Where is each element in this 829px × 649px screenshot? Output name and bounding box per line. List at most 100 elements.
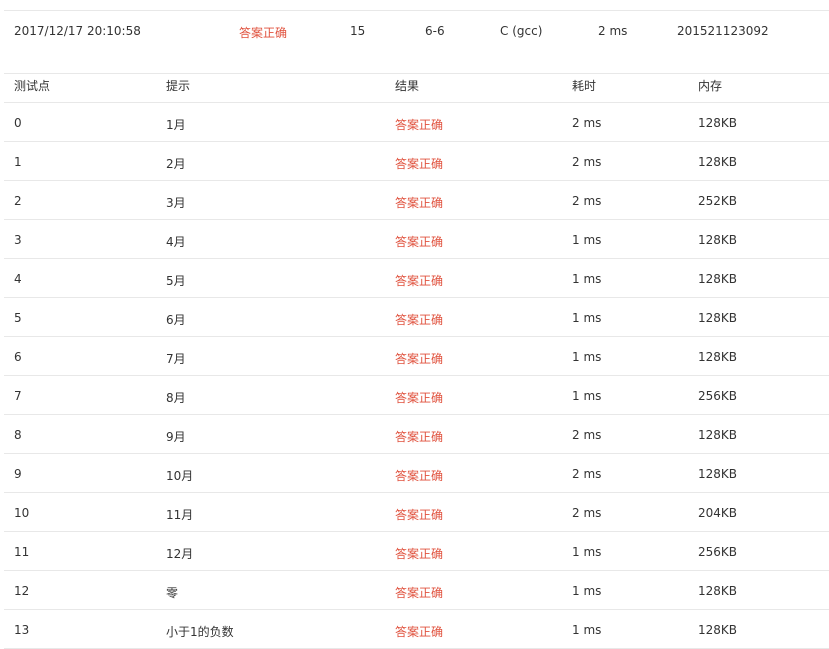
test-point-id: 13 <box>14 623 30 637</box>
test-point-time: 2 ms <box>572 194 602 208</box>
table-row: 5 6月 答案正确 1 ms 128KB <box>4 298 829 337</box>
header-memory: 内存 <box>698 79 723 93</box>
test-point-time: 1 ms <box>572 389 602 403</box>
table-row: 12 零 答案正确 1 ms 128KB <box>4 571 829 610</box>
test-point-time: 2 ms <box>572 116 602 130</box>
test-point-id: 6 <box>14 350 22 364</box>
test-point-memory: 128KB <box>698 467 738 481</box>
test-point-id: 8 <box>14 428 22 442</box>
problem-id[interactable]: 6-6 <box>425 24 445 38</box>
test-point-id: 1 <box>14 155 22 169</box>
compiler-label: C (gcc) <box>500 24 543 38</box>
test-point-id: 12 <box>14 584 30 598</box>
test-point-time: 1 ms <box>572 233 602 247</box>
test-point-id: 3 <box>14 233 22 247</box>
test-point-memory: 256KB <box>698 389 738 403</box>
test-point-memory: 128KB <box>698 623 738 637</box>
table-row: 3 4月 答案正确 1 ms 128KB <box>4 220 829 259</box>
test-point-result: 答案正确 <box>395 586 444 600</box>
test-point-time: 2 ms <box>572 428 602 442</box>
test-point-result: 答案正确 <box>395 469 444 483</box>
table-row: 10 11月 答案正确 2 ms 204KB <box>4 493 829 532</box>
table-row: 2 3月 答案正确 2 ms 252KB <box>4 181 829 220</box>
test-point-result: 答案正确 <box>395 274 444 288</box>
header-result: 结果 <box>395 79 420 93</box>
test-point-memory: 256KB <box>698 545 738 559</box>
test-point-hint: 12月 <box>166 547 194 561</box>
header-test-point: 测试点 <box>14 79 51 93</box>
submission-score: 15 <box>350 24 366 38</box>
test-point-result: 答案正确 <box>395 313 444 327</box>
test-point-hint: 11月 <box>166 508 194 522</box>
test-point-id: 0 <box>14 116 22 130</box>
test-point-memory: 204KB <box>698 506 738 520</box>
test-point-memory: 128KB <box>698 272 738 286</box>
test-point-id: 11 <box>14 545 30 559</box>
test-point-time: 2 ms <box>572 467 602 481</box>
test-point-hint: 6月 <box>166 313 186 327</box>
table-row: 0 1月 答案正确 2 ms 128KB <box>4 103 829 142</box>
test-point-time: 2 ms <box>572 155 602 169</box>
test-point-time: 1 ms <box>572 623 602 637</box>
test-point-result: 答案正确 <box>395 352 444 366</box>
test-point-memory: 128KB <box>698 311 738 325</box>
header-time: 耗时 <box>572 79 597 93</box>
test-point-result: 答案正确 <box>395 118 444 132</box>
test-point-result: 答案正确 <box>395 625 444 639</box>
submitter-id[interactable]: 201521123092 <box>677 24 769 38</box>
test-point-hint: 10月 <box>166 469 194 483</box>
test-point-hint: 4月 <box>166 235 186 249</box>
test-point-time: 2 ms <box>572 506 602 520</box>
test-point-hint: 9月 <box>166 430 186 444</box>
test-point-hint: 7月 <box>166 352 186 366</box>
submission-result: 答案正确 <box>239 26 288 40</box>
table-row: 9 10月 答案正确 2 ms 128KB <box>4 454 829 493</box>
test-point-hint: 5月 <box>166 274 186 288</box>
test-point-memory: 128KB <box>698 233 738 247</box>
test-point-memory: 252KB <box>698 194 738 208</box>
test-point-result: 答案正确 <box>395 430 444 444</box>
test-point-hint: 零 <box>166 586 179 600</box>
test-point-time: 1 ms <box>572 350 602 364</box>
table-row: 11 12月 答案正确 1 ms 256KB <box>4 532 829 571</box>
submit-time: 2017/12/17 20:10:58 <box>14 24 141 38</box>
test-point-id: 4 <box>14 272 22 286</box>
test-point-memory: 128KB <box>698 428 738 442</box>
table-row: 8 9月 答案正确 2 ms 128KB <box>4 415 829 454</box>
table-body: 0 1月 答案正确 2 ms 128KB 1 2月 答案正确 2 ms 128KB 2 3月 答案正确 2… <box>4 103 829 649</box>
test-point-result: 答案正确 <box>395 196 444 210</box>
test-point-id: 9 <box>14 467 22 481</box>
header-hint: 提示 <box>166 79 191 93</box>
table-row: 6 7月 答案正确 1 ms 128KB <box>4 337 829 376</box>
submission-detail: 2017/12/17 20:10:58 答案正确 15 6-6 C (gcc) … <box>4 0 829 649</box>
test-point-id: 10 <box>14 506 30 520</box>
test-point-id: 2 <box>14 194 22 208</box>
test-point-hint: 小于1的负数 <box>166 625 234 639</box>
table-row: 4 5月 答案正确 1 ms 128KB <box>4 259 829 298</box>
test-point-result: 答案正确 <box>395 391 444 405</box>
test-case-table: 测试点 提示 结果 耗时 内存 0 1月 答案正确 2 ms 128KB 1 2月 答案正确 2… <box>4 64 829 649</box>
test-point-memory: 128KB <box>698 155 738 169</box>
test-point-memory: 128KB <box>698 584 738 598</box>
test-point-result: 答案正确 <box>395 157 444 171</box>
test-point-hint: 2月 <box>166 157 186 171</box>
test-point-time: 1 ms <box>572 584 602 598</box>
test-point-result: 答案正确 <box>395 508 444 522</box>
test-point-result: 答案正确 <box>395 547 444 561</box>
test-point-hint: 8月 <box>166 391 186 405</box>
test-point-result: 答案正确 <box>395 235 444 249</box>
table-row: 1 2月 答案正确 2 ms 128KB <box>4 142 829 181</box>
test-point-memory: 128KB <box>698 350 738 364</box>
test-point-hint: 1月 <box>166 118 186 132</box>
test-point-hint: 3月 <box>166 196 186 210</box>
test-point-memory: 128KB <box>698 116 738 130</box>
table-header: 测试点 提示 结果 耗时 内存 <box>4 64 829 103</box>
table-row: 13 小于1的负数 答案正确 1 ms 128KB <box>4 610 829 649</box>
test-point-id: 7 <box>14 389 22 403</box>
test-point-time: 1 ms <box>572 272 602 286</box>
test-point-id: 5 <box>14 311 22 325</box>
test-point-time: 1 ms <box>572 311 602 325</box>
submission-time-used: 2 ms <box>598 24 628 38</box>
table-row: 7 8月 答案正确 1 ms 256KB <box>4 376 829 415</box>
test-point-time: 1 ms <box>572 545 602 559</box>
